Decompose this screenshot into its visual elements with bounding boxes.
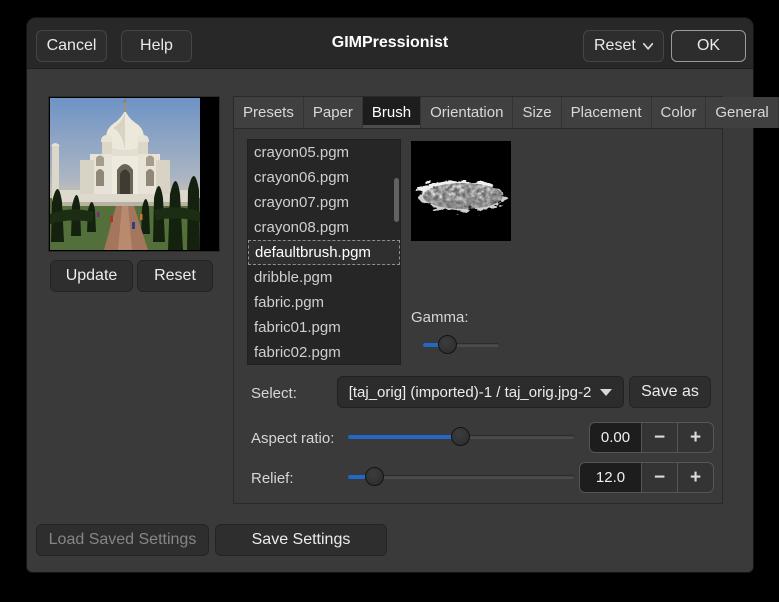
slider-handle[interactable] [451, 427, 470, 446]
list-item[interactable]: fabric01.pgm [248, 315, 400, 340]
relief-decrement-button[interactable]: − [641, 463, 677, 492]
relief-slider[interactable] [348, 467, 574, 487]
list-item[interactable]: fabric02.pgm [248, 340, 400, 364]
relief-increment-button[interactable]: + [677, 463, 713, 492]
load-saved-settings-button[interactable]: Load Saved Settings [36, 524, 209, 556]
slider-handle[interactable] [438, 335, 458, 354]
slider-fill [348, 435, 461, 439]
preview-reset-button[interactable]: Reset [137, 260, 213, 292]
ok-button[interactable]: OK [671, 30, 746, 62]
brush-file-list[interactable]: crayon05.pgm crayon06.pgm crayon07.pgm cray… [248, 140, 400, 364]
taj-mahal-photo [50, 98, 200, 250]
source-image-preview [49, 97, 219, 251]
relief-value[interactable]: 12.0 [580, 463, 641, 492]
tab-orientation[interactable]: Orientation [421, 97, 514, 128]
gamma-slider[interactable] [423, 335, 499, 355]
list-scrollbar[interactable] [394, 178, 399, 222]
tab-color[interactable]: Color [651, 97, 707, 128]
gimpressionist-dialog: Cancel Help GIMPressionist Reset OK Upda… [27, 18, 779, 572]
aspect-ratio-spinbox: 0.00 − + [589, 422, 714, 453]
reset-label: Reset [594, 37, 636, 54]
dropdown-arrow-icon [600, 388, 613, 396]
tab-brush[interactable]: Brush [362, 97, 422, 128]
dropdown-value: [taj_orig] (imported)-1 / taj_orig.jpg-2 [348, 383, 592, 401]
tab-size[interactable]: Size [513, 97, 562, 128]
relief-label: Relief: [251, 470, 294, 487]
tab-placement[interactable]: Placement [561, 97, 652, 128]
tab-bar: Presets Paper Brush Orientation Size Placemen… [234, 97, 779, 129]
save-as-button[interactable]: Save as [629, 376, 711, 408]
list-item[interactable]: crayon05.pgm [248, 140, 400, 165]
brush-stroke-preview [411, 141, 511, 241]
aspect-ratio-decrement-button[interactable]: − [641, 423, 677, 452]
list-item[interactable]: fabric.pgm [248, 290, 400, 315]
list-item[interactable]: crayon06.pgm [248, 165, 400, 190]
relief-spinbox: 12.0 − + [579, 462, 714, 493]
chevron-down-icon [642, 42, 653, 50]
brush-source-dropdown[interactable]: [taj_orig] (imported)-1 / taj_orig.jpg-2 [337, 376, 624, 408]
aspect-ratio-slider[interactable] [348, 427, 574, 447]
list-item[interactable]: defaultbrush.pgm [248, 240, 400, 265]
reset-dropdown-button[interactable]: Reset [583, 30, 664, 62]
tab-presets[interactable]: Presets [234, 97, 304, 128]
slider-handle[interactable] [365, 467, 385, 486]
aspect-ratio-value[interactable]: 0.00 [590, 423, 641, 452]
update-button[interactable]: Update [50, 260, 133, 292]
help-button[interactable]: Help [121, 30, 192, 62]
list-item[interactable]: crayon07.pgm [248, 190, 400, 215]
select-label: Select: [251, 385, 297, 402]
tab-general[interactable]: General [706, 97, 779, 128]
tab-paper[interactable]: Paper [303, 97, 363, 128]
settings-notebook: Presets Paper Brush Orientation Size Placemen… [233, 96, 779, 504]
cancel-button[interactable]: Cancel [36, 30, 107, 62]
aspect-ratio-increment-button[interactable]: + [677, 423, 713, 452]
list-item[interactable]: dribble.pgm [248, 265, 400, 290]
list-item[interactable]: crayon08.pgm [248, 215, 400, 240]
save-settings-button[interactable]: Save Settings [215, 524, 387, 556]
aspect-ratio-label: Aspect ratio: [251, 430, 335, 447]
gamma-label: Gamma: [411, 309, 469, 326]
dialog-header: Cancel Help GIMPressionist Reset OK [27, 18, 753, 69]
